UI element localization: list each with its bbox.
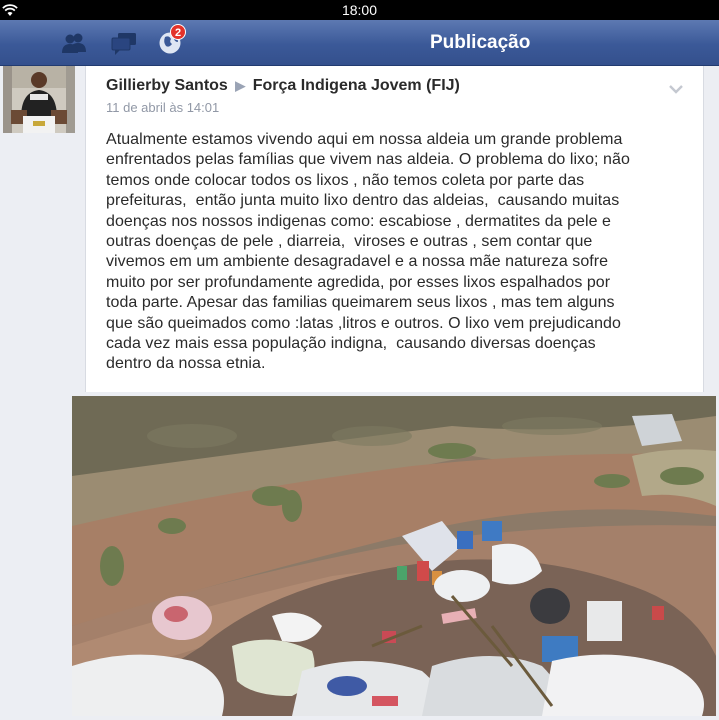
post-text: Atualmente estamos vivendo aqui em nossa… (106, 130, 686, 375)
avatar[interactable] (3, 66, 75, 133)
post-text-line: outras doenças de pele , diarreia, viros… (106, 233, 593, 251)
post-card: Gillierby Santos ▶ Força Indigena Jovem … (85, 66, 704, 392)
post-text-line: dentro da nossa etnia. (106, 355, 266, 373)
chevron-down-icon[interactable] (669, 84, 683, 94)
post-text-line: vivemos em um ambiente desagradavel e a … (106, 253, 609, 271)
author-name[interactable]: Gillierby Santos (106, 77, 228, 94)
post-text-line: prefeituras, então junta muito lixo dent… (106, 192, 620, 210)
post-text-line: temos onde colocar todos os lixos , não … (106, 171, 585, 189)
post-text-line: enfrentados pelas famílias que vivem nas… (106, 151, 630, 169)
status-bar: 18:00 (0, 0, 719, 20)
separator-arrow-icon: ▶ (235, 78, 246, 93)
nav-bar: 2 Publicação (0, 20, 719, 66)
post-header: Gillierby Santos ▶ Força Indigena Jovem … (106, 77, 460, 95)
friend-requests-icon[interactable] (60, 30, 88, 56)
post-date[interactable]: 11 de abril às 14:01 (106, 100, 219, 115)
page-title: Publicação (430, 32, 531, 53)
post-text-line: cada vez mais essa população indigna, ca… (106, 335, 596, 353)
post-text-line: Atualmente estamos vivendo aqui em nossa… (106, 131, 623, 148)
notification-badge: 2 (170, 24, 186, 40)
post-text-line: que são queimados como :latas ,litros e … (106, 314, 621, 332)
post-text-line: doenças nos nossos indigenas como: escab… (106, 212, 611, 230)
messages-icon[interactable] (110, 30, 138, 56)
post-text-line: toda parte. Apesar das familias queimare… (106, 294, 615, 312)
post-photo[interactable] (72, 396, 716, 716)
group-name[interactable]: Força Indigena Jovem (FIJ) (253, 77, 460, 94)
post-text-line: muito por ser profundamente agredida, po… (106, 273, 611, 291)
status-time: 18:00 (341, 2, 378, 18)
